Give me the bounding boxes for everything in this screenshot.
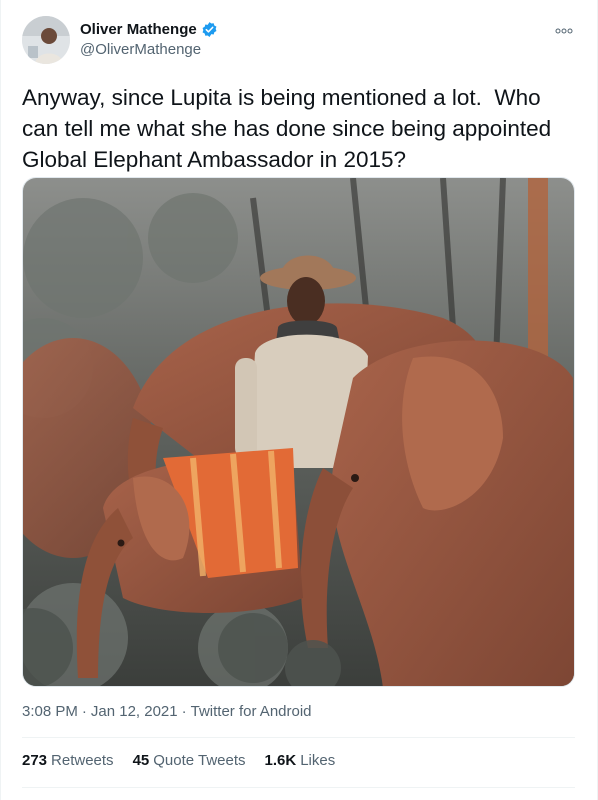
quote-tweets-stat[interactable]: 45 Quote Tweets bbox=[133, 752, 246, 769]
retweets-stat[interactable]: 273 Retweets bbox=[22, 752, 114, 769]
author-name[interactable]: Oliver Mathenge bbox=[80, 21, 197, 38]
divider bbox=[22, 737, 575, 738]
likes-label: Likes bbox=[300, 752, 336, 769]
likes-count: 1.6K bbox=[264, 752, 297, 769]
author-name-row[interactable]: Oliver Mathenge bbox=[80, 21, 218, 38]
divider bbox=[22, 787, 575, 788]
likes-stat[interactable]: 1.6K Likes bbox=[265, 752, 336, 769]
meta-separator: · bbox=[81, 703, 87, 720]
verified-badge-icon bbox=[201, 21, 218, 38]
tweet-time[interactable]: 3:08 PM bbox=[22, 703, 78, 720]
retweets-label: Retweets bbox=[51, 752, 114, 769]
quote-tweets-label: Quote Tweets bbox=[153, 752, 246, 769]
quote-tweets-count: 45 bbox=[132, 752, 150, 769]
avatar[interactable] bbox=[22, 16, 70, 64]
author-handle[interactable]: @OliverMathenge bbox=[80, 41, 201, 58]
meta-separator: · bbox=[181, 703, 187, 720]
tweet-meta: 3:08 PM · Jan 12, 2021 · Twitter for And… bbox=[22, 703, 312, 720]
engagement-stats: 273 Retweets 45 Quote Tweets 1.6K Likes bbox=[22, 752, 335, 769]
more-options-icon[interactable] bbox=[553, 24, 575, 38]
tweet-date[interactable]: Jan 12, 2021 bbox=[91, 703, 178, 720]
tweet-client[interactable]: Twitter for Android bbox=[191, 703, 312, 720]
tweet-card: Oliver Mathenge @OliverMathenge Anyway, … bbox=[0, 0, 598, 800]
retweets-count: 273 bbox=[22, 752, 48, 769]
tweet-photo[interactable] bbox=[22, 177, 575, 687]
tweet-text: Anyway, since Lupita is being mentioned … bbox=[22, 85, 558, 172]
